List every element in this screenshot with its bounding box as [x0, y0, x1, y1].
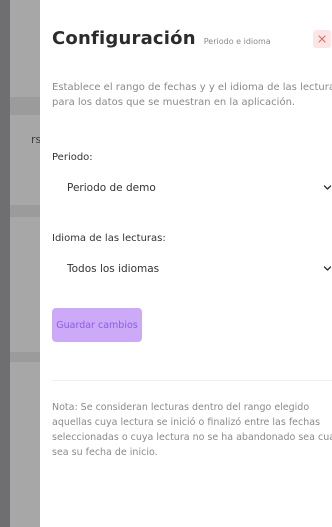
period-label: Periodo: — [52, 152, 93, 163]
chevron-down-icon — [323, 266, 332, 271]
settings-panel: Configuración Periodo e idioma Establece… — [40, 0, 332, 527]
background-sidebar-rail — [0, 0, 10, 527]
background-strip — [10, 97, 40, 115]
divider — [52, 380, 332, 381]
period-select-value: Periodo de demo — [67, 182, 156, 194]
app-viewport: rsc Configuración Periodo e idioma Estab… — [0, 0, 332, 527]
language-select-value: Todos los idiomas — [67, 263, 160, 275]
background-strip — [10, 352, 40, 362]
save-changes-button[interactable]: Guardar cambios — [52, 308, 142, 342]
panel-description: Establece el rango de fechas y y el idio… — [52, 82, 332, 108]
period-select[interactable]: Periodo de demo — [52, 171, 332, 205]
panel-header: Configuración Periodo e idioma — [52, 28, 271, 49]
chevron-down-icon — [323, 185, 332, 190]
language-label: Idioma de las lecturas: — [52, 233, 166, 244]
close-icon — [318, 35, 326, 43]
background-strip — [10, 205, 40, 217]
background-app-overlay — [0, 0, 40, 527]
language-select[interactable]: Todos los idiomas — [52, 252, 332, 286]
close-button[interactable] — [313, 30, 331, 48]
footnote: Nota: Se consideran lecturas dentro del … — [52, 402, 332, 458]
panel-subtitle: Periodo e idioma — [203, 37, 271, 46]
panel-title: Configuración — [52, 28, 196, 49]
